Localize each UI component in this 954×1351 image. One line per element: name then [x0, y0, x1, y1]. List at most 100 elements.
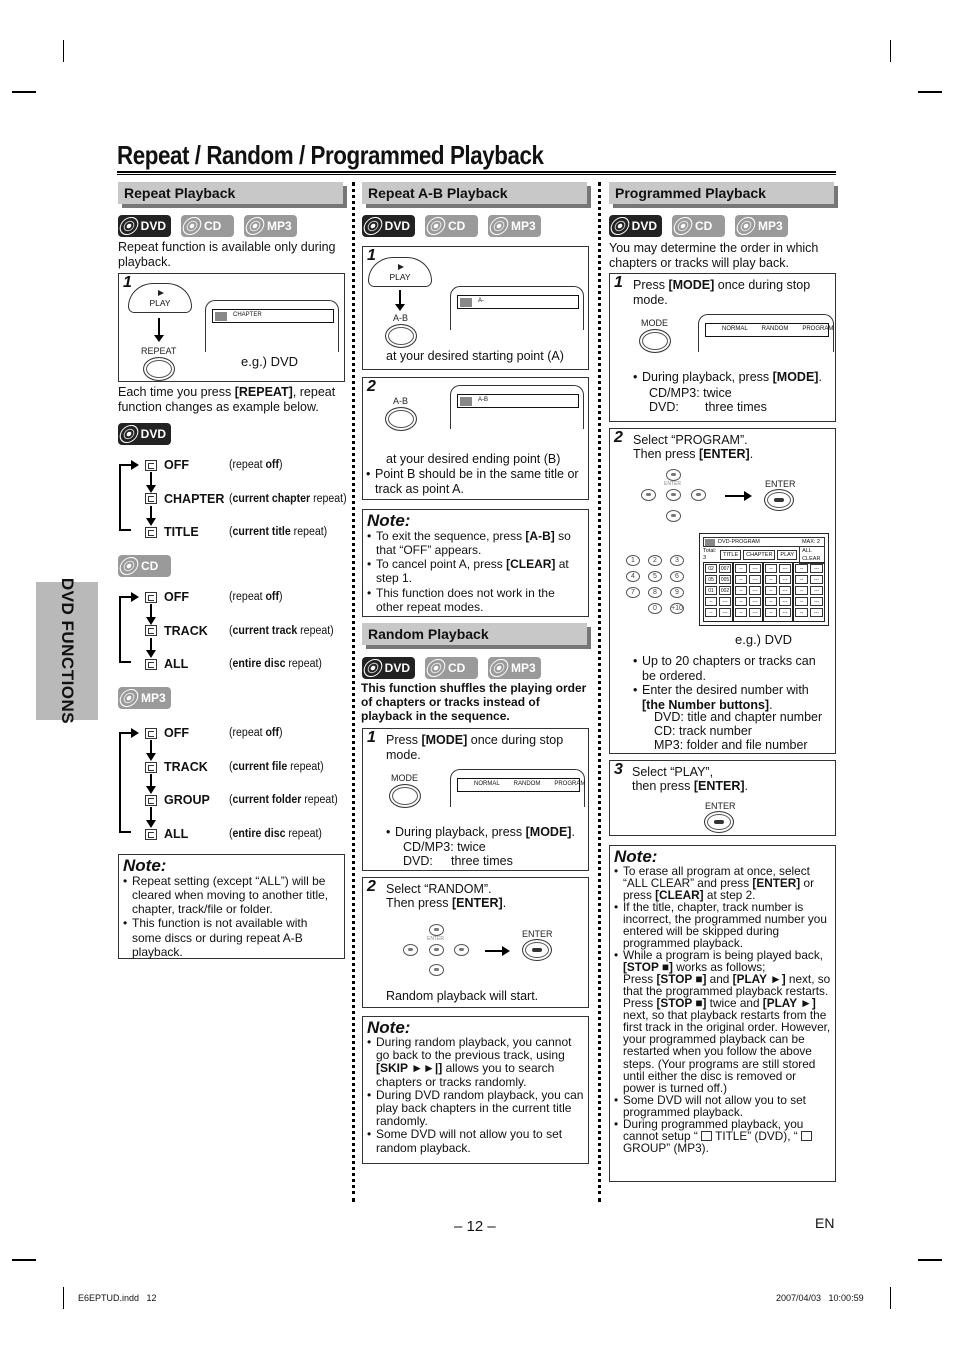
program-entry-value: 002	[719, 586, 731, 595]
dvd-badge: DVD	[361, 657, 415, 679]
repeat-mode-description: (current chapter repeat)	[229, 493, 347, 507]
right-button-illustration	[454, 944, 469, 956]
program-entry-value: ---	[719, 608, 731, 617]
program-entry: 05 005	[705, 575, 731, 584]
repeat-mode-label: GROUP	[164, 793, 210, 808]
mp3-badge: MP3	[243, 215, 297, 237]
cd-entry-line: CD: track number	[654, 724, 752, 738]
repeat-mode-description: (repeat off)	[229, 459, 283, 473]
text: Enter the desired number with	[642, 683, 809, 697]
dvd-badge: DVD	[608, 215, 662, 237]
disc-icon	[243, 217, 267, 235]
repeat-mode-all: ALL	[145, 827, 188, 842]
arrow-down-icon	[146, 472, 156, 492]
disc-icon	[117, 557, 141, 575]
column-separator	[598, 182, 601, 1202]
number-button-9: 9	[670, 587, 684, 598]
section-header-random: Random Playback	[362, 623, 587, 645]
note-item: Up to 20 chapters or tracks can be order…	[633, 654, 833, 683]
play-icon	[398, 264, 404, 270]
cd-badge: CD	[424, 657, 478, 679]
badge-label: CD	[695, 218, 713, 233]
step-number: 2	[367, 878, 376, 895]
crop-mark	[890, 40, 891, 62]
repeat-mode-description: (current folder repeat)	[229, 794, 338, 808]
text-bold: current title	[232, 526, 291, 538]
note-title: Note:	[614, 847, 658, 866]
program-entry-value: --	[795, 597, 808, 606]
note-item: This function does not work in the other…	[367, 586, 584, 614]
crop-mark	[63, 40, 64, 62]
program-entry: -- ---	[705, 608, 731, 617]
down-button-illustration	[666, 510, 681, 522]
repeat-mode-label: TRACK	[164, 759, 208, 774]
program-entry-value: 01	[705, 586, 717, 595]
left-button-illustration	[403, 944, 418, 956]
repeat-icon	[145, 727, 157, 739]
repeat-icon	[145, 459, 157, 471]
mode-option: PROGRAM	[802, 326, 834, 333]
step-number: 3	[614, 761, 623, 778]
note-item: During random playback, you cannot go ba…	[367, 1035, 584, 1089]
enter-button-illustration	[764, 489, 794, 511]
note-list: To exit the sequence, press [A-B] so tha…	[367, 529, 584, 614]
badge-label: CD	[141, 558, 159, 573]
text: .	[502, 896, 507, 910]
text-bold: [STOP ■]	[656, 996, 707, 1011]
badge-label: MP3	[511, 218, 536, 233]
dvd-times-key: DVD:	[403, 854, 433, 868]
repeat-mode-description: (current file repeat)	[229, 761, 324, 775]
program-entry-value: ---	[779, 586, 791, 595]
mode-option: RANDOM	[513, 781, 541, 788]
text-bold: [CLEAR]	[506, 557, 556, 572]
program-entry-value: ---	[749, 575, 761, 584]
number-button-1: 1	[626, 555, 640, 566]
program-entry: 02 007	[705, 564, 731, 573]
mp3-badge: MP3	[487, 657, 541, 679]
repeat-icon	[460, 297, 472, 307]
program-entry-value: ---	[810, 564, 823, 573]
caption: e.g.) DVD	[241, 354, 299, 369]
random-step1-box: 1 Press [MODE] once during stop mode. MO…	[362, 728, 589, 871]
text-bold: current chapter	[232, 492, 311, 505]
disc-icon	[117, 689, 141, 707]
crop-mark	[63, 1287, 64, 1309]
play-button-illustration: PLAY	[368, 257, 432, 287]
text: During playback, press	[395, 825, 526, 839]
text-bold: entire disc	[232, 658, 286, 670]
program-entry-value: ---	[749, 586, 761, 595]
program-entry-value: ---	[779, 575, 791, 584]
note-list: To erase all program at once, select “AL…	[614, 865, 831, 1154]
program-screen-button: ALL CLEAR	[799, 545, 825, 564]
program-entry: -- ---	[705, 597, 731, 606]
disc-icon	[180, 217, 204, 235]
side-tab-label: DVD FUNCTIONS	[58, 577, 78, 725]
disc-icon	[424, 659, 448, 677]
loop-arrow-icon	[119, 460, 139, 531]
program-note: Note: To erase all program at once, sele…	[609, 845, 836, 1182]
program-entry-value: ---	[749, 597, 761, 606]
enter-button-illustration	[429, 944, 444, 956]
random-step2-box: 2 Select “RANDOM”. Then press [ENTER]. E…	[362, 877, 589, 1008]
badge-label: DVD	[384, 218, 410, 233]
step-text: Then press [ENTER].	[633, 447, 753, 462]
program-entry-value: ---	[810, 597, 823, 606]
note-list: Repeat setting (except “ALL”) will be cl…	[123, 874, 340, 959]
repeat-mode-description: (repeat off)	[229, 727, 283, 741]
disc-icon	[487, 659, 511, 677]
language-label: EN	[815, 1215, 835, 1231]
page-title: Repeat / Random / Programmed Playback	[117, 140, 544, 170]
screen-text: CHAPTER	[233, 312, 262, 319]
footer-file: E6EPTUD.indd 12	[78, 1293, 157, 1303]
repeat-mode-label: TRACK	[164, 623, 208, 638]
repeat-mode-label: OFF	[164, 458, 189, 472]
program-entry-value: ---	[779, 597, 791, 606]
mode-button-label: MODE	[391, 773, 418, 783]
up-button-illustration	[429, 924, 444, 936]
enter-small-label: ENTER	[427, 936, 444, 942]
repeat-mode-track: TRACK	[145, 624, 208, 639]
caption: at your desired ending point (B)	[386, 452, 561, 466]
repeat-icon	[145, 658, 157, 670]
text-bold: current track	[232, 624, 298, 637]
ab-button-label: A-B	[393, 396, 409, 406]
